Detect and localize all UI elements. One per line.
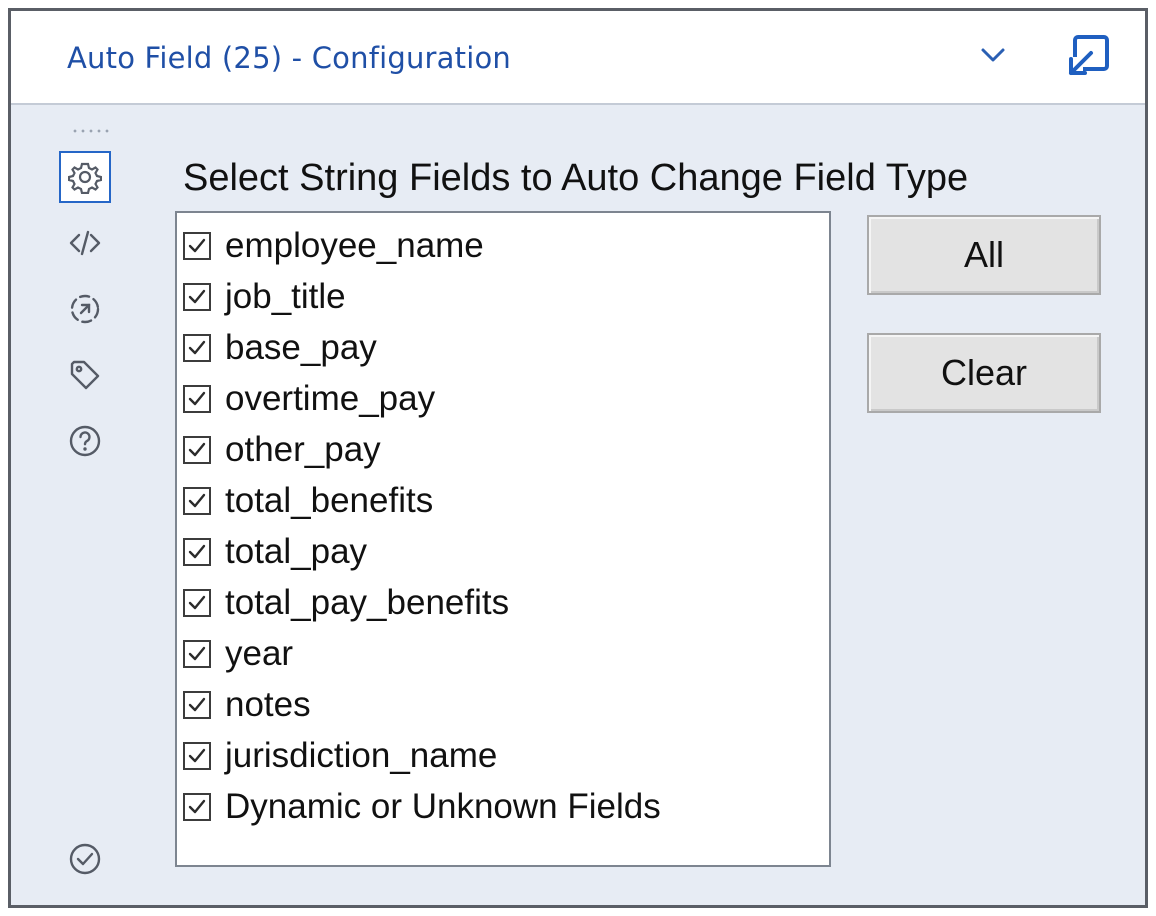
field-checkbox[interactable]	[183, 334, 211, 362]
field-label: job_title	[225, 277, 346, 316]
sidebar-item-xml[interactable]	[59, 217, 111, 269]
section-heading: Select String Fields to Auto Change Fiel…	[183, 157, 969, 199]
sidebar-item-annotation[interactable]	[59, 349, 111, 401]
field-label: jurisdiction_name	[225, 736, 498, 775]
status-indicator	[59, 833, 111, 885]
field-checkbox[interactable]	[183, 283, 211, 311]
checkmark-icon	[188, 391, 206, 406]
field-label: Dynamic or Unknown Fields	[225, 787, 661, 826]
checkmark-icon	[188, 289, 206, 304]
list-item[interactable]: base_pay	[183, 323, 823, 373]
checkmark-icon	[188, 544, 206, 559]
list-item[interactable]: other_pay	[183, 425, 823, 475]
sidebar-item-configuration[interactable]	[59, 151, 111, 203]
configuration-window: Auto Field (25) - Configuration Select S…	[8, 8, 1148, 908]
list-item[interactable]: employee_name	[183, 221, 823, 271]
list-item[interactable]: year	[183, 629, 823, 679]
list-item[interactable]: total_pay_benefits	[183, 578, 823, 628]
check-circle-icon	[69, 843, 101, 875]
field-checkbox[interactable]	[183, 793, 211, 821]
field-checkbox[interactable]	[183, 385, 211, 413]
clear-button[interactable]: Clear	[867, 333, 1101, 413]
checkmark-icon	[188, 799, 206, 814]
checkmark-icon	[188, 238, 206, 253]
field-label: employee_name	[225, 226, 484, 265]
list-item[interactable]: job_title	[183, 272, 823, 322]
field-checkbox[interactable]	[183, 691, 211, 719]
drag-grip[interactable]	[71, 129, 111, 133]
sidebar-item-connection[interactable]	[59, 283, 111, 335]
field-label: overtime_pay	[225, 379, 436, 418]
field-list[interactable]: employee_name job_title base_pay overtime_p…	[175, 211, 831, 867]
field-checkbox[interactable]	[183, 487, 211, 515]
gear-icon	[68, 162, 102, 194]
list-item[interactable]: jurisdiction_name	[183, 731, 823, 781]
chevron-down-icon[interactable]	[979, 45, 1007, 65]
field-checkbox[interactable]	[183, 436, 211, 464]
field-label: year	[225, 634, 294, 673]
checkmark-icon	[188, 646, 206, 661]
field-label: other_pay	[225, 430, 381, 469]
select-all-button[interactable]: All	[867, 215, 1101, 295]
tag-icon	[70, 360, 100, 390]
sidebar-item-help[interactable]	[59, 415, 111, 467]
help-icon	[69, 425, 101, 457]
sidebar	[51, 119, 145, 889]
field-checkbox[interactable]	[183, 232, 211, 260]
checkmark-icon	[188, 493, 206, 508]
checkmark-icon	[188, 595, 206, 610]
code-icon	[69, 230, 101, 256]
field-label: base_pay	[225, 328, 377, 367]
connection-icon	[70, 294, 100, 324]
checkmark-icon	[188, 442, 206, 457]
field-label: total_pay_benefits	[225, 583, 510, 622]
list-item[interactable]: Dynamic or Unknown Fields	[183, 782, 823, 832]
list-item[interactable]: overtime_pay	[183, 374, 823, 424]
field-label: total_pay	[225, 532, 368, 571]
title-bar: Auto Field (25) - Configuration	[11, 11, 1145, 105]
checkmark-icon	[188, 748, 206, 763]
list-item[interactable]: total_pay	[183, 527, 823, 577]
field-checkbox[interactable]	[183, 538, 211, 566]
list-item[interactable]: total_benefits	[183, 476, 823, 526]
field-checkbox[interactable]	[183, 640, 211, 668]
window-title: Auto Field (25) - Configuration	[67, 41, 512, 75]
list-item[interactable]: notes	[183, 680, 823, 730]
field-label: notes	[225, 685, 311, 724]
field-checkbox[interactable]	[183, 742, 211, 770]
popout-window-icon[interactable]	[1063, 33, 1111, 81]
field-label: total_benefits	[225, 481, 434, 520]
field-checkbox[interactable]	[183, 589, 211, 617]
checkmark-icon	[188, 697, 206, 712]
checkmark-icon	[188, 340, 206, 355]
